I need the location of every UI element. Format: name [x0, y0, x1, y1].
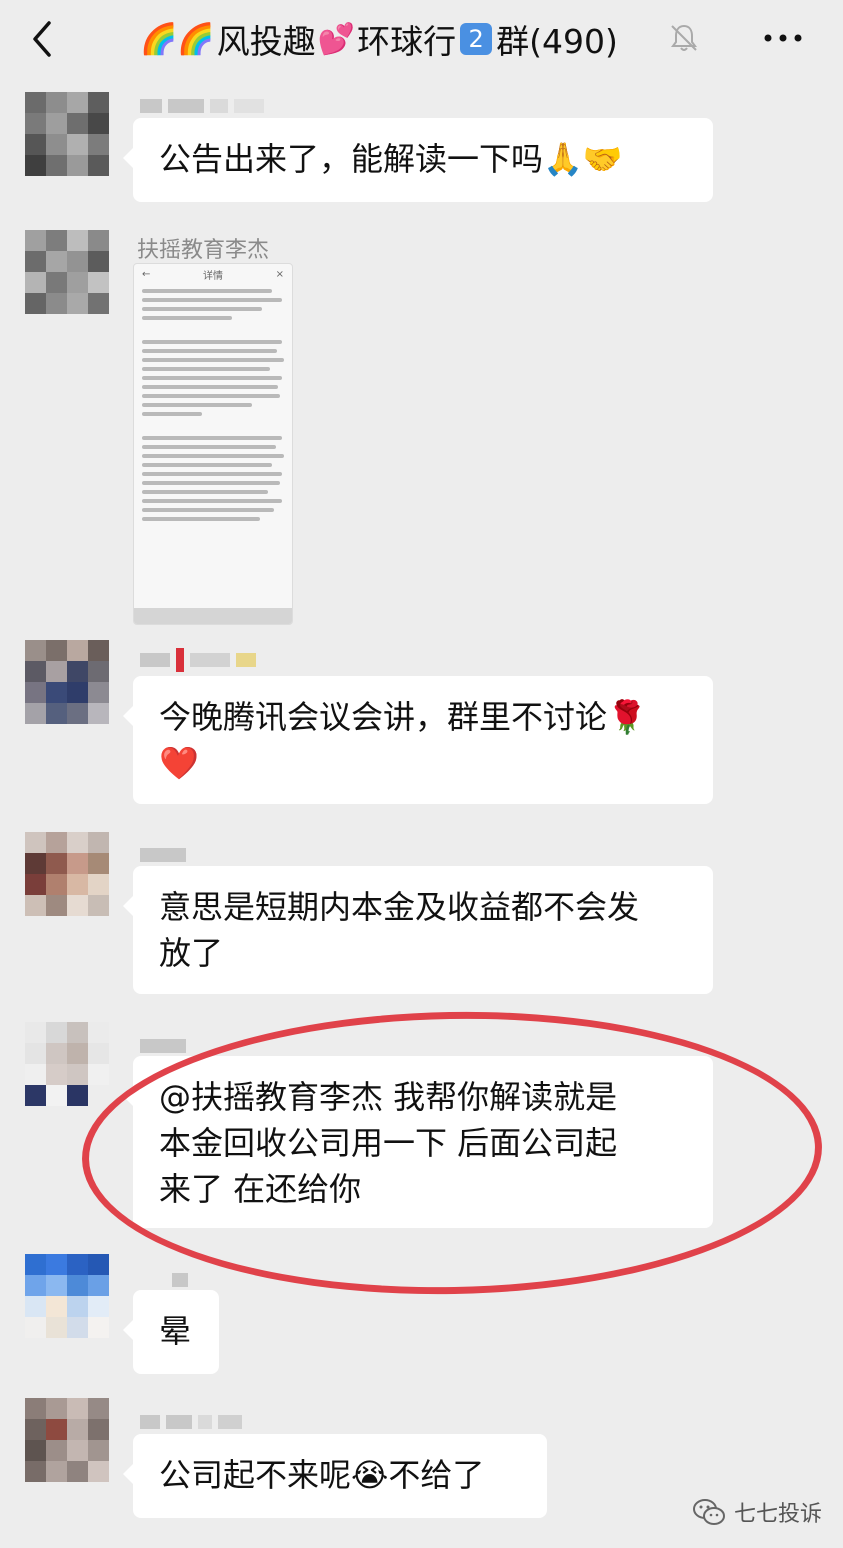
message-text-line: @扶摇教育李杰 我帮你解读就是 — [159, 1078, 618, 1116]
title-text-1: 风投趣 — [216, 22, 316, 61]
message-bubble[interactable]: 晕 — [123, 1290, 219, 1374]
title-text-2: 环球行 — [357, 22, 457, 61]
avatar[interactable] — [25, 640, 109, 724]
avatar[interactable] — [25, 230, 109, 314]
sender-name-redacted — [140, 648, 256, 672]
sender-name-redacted — [172, 1270, 188, 1290]
message-text-line: 意思是短期内本金及收益都不会发 — [159, 888, 640, 926]
document-footer — [134, 608, 292, 624]
message-bubble[interactable]: @扶摇教育李杰 我帮你解读就是 本金回收公司用一下 后面公司起 来了 在还给你 — [123, 1056, 713, 1228]
sender-name: 扶摇教育李杰 — [137, 238, 270, 263]
message-text-line: 来了 在还给你 — [159, 1170, 362, 1208]
number-badge: 2 — [460, 23, 493, 55]
watermark-text: 七七投诉 — [734, 1502, 823, 1527]
document-image[interactable]: ← 详情 × — [133, 263, 293, 625]
avatar[interactable] — [25, 92, 109, 176]
message-text: 公司起不来呢 — [159, 1456, 352, 1494]
mute-bell-icon — [671, 24, 697, 51]
sender-name-redacted — [140, 1036, 186, 1056]
sender-name-redacted — [140, 96, 264, 116]
avatar[interactable] — [25, 1022, 109, 1106]
message-bubble[interactable]: 公司起不来呢😭不给了 — [123, 1434, 547, 1518]
message-bubble[interactable]: 意思是短期内本金及收益都不会发 放了 — [123, 866, 713, 994]
message-text: 晕 — [159, 1312, 192, 1350]
document-header: ← 详情 × — [134, 264, 292, 284]
avatar[interactable] — [25, 1254, 109, 1338]
heart-emoji: ❤️ — [159, 744, 199, 782]
back-button[interactable] — [22, 14, 62, 64]
message-text-line: 本金回收公司用一下 后面公司起 — [159, 1124, 618, 1162]
message-text-line: 今晚腾讯会议会讲，群里不讨论🌹 — [159, 694, 687, 740]
heart-emoji: 💕 — [317, 21, 356, 57]
back-arrow-icon: ← — [142, 268, 151, 280]
avatar[interactable] — [25, 832, 109, 916]
close-icon: × — [275, 268, 284, 280]
crying-emoji: 😭 — [351, 1456, 389, 1494]
sender-name-redacted — [140, 1412, 242, 1432]
emoji: 🙏🤝 — [543, 140, 623, 178]
watermark: 七七投诉 — [692, 1494, 822, 1530]
message-bubble[interactable]: 今晚腾讯会议会讲，群里不讨论🌹 ❤️ — [123, 676, 713, 804]
chat-header: 🌈🌈 风投趣 💕 环球行 2 群(490) — [0, 0, 843, 84]
chevron-left-icon — [33, 21, 51, 57]
wechat-icon — [693, 1499, 725, 1525]
title-text-3: 群(490) — [496, 22, 618, 61]
sender-name-redacted — [140, 845, 186, 865]
more-options-icon[interactable] — [760, 26, 806, 50]
message-text: 公告出来了，能解读一下吗 — [159, 140, 544, 178]
group-title: 🌈🌈 风投趣 💕 环球行 2 群(490) — [140, 14, 618, 64]
message-text-line: 放了 — [159, 934, 224, 972]
rose-emoji: 🌹 — [607, 698, 647, 736]
message-text: 不给了 — [388, 1456, 485, 1494]
message-text: 今晚腾讯会议会讲，群里不讨论 — [159, 698, 608, 736]
rainbow-emoji: 🌈🌈 — [140, 21, 215, 57]
message-bubble[interactable]: 公告出来了，能解读一下吗🙏🤝 — [123, 118, 713, 202]
document-header-label: 详情 — [203, 270, 223, 282]
avatar[interactable] — [25, 1398, 109, 1482]
